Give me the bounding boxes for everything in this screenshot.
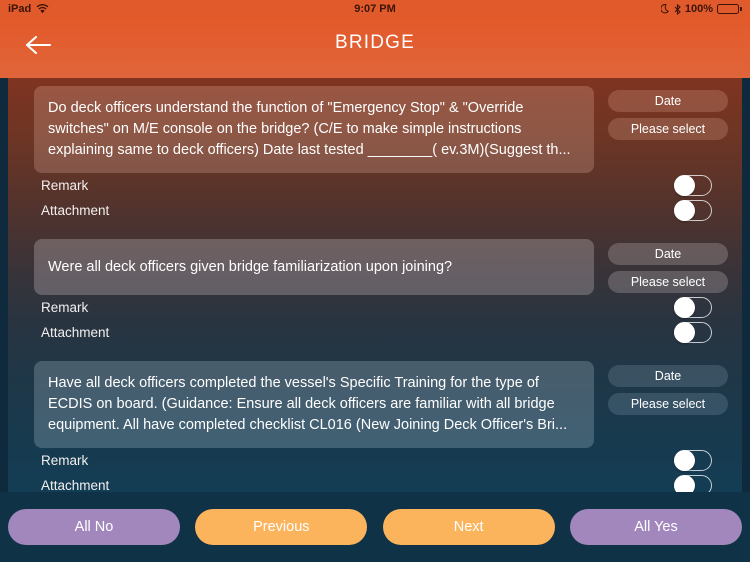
bottom-action-bar: All No Previous Next All Yes xyxy=(0,492,750,562)
date-button[interactable]: Date xyxy=(608,90,728,112)
attachment-toggle[interactable] xyxy=(674,322,712,343)
remark-row: Remark xyxy=(8,173,742,198)
wifi-icon xyxy=(36,4,49,14)
toggle-knob xyxy=(674,175,695,196)
answer-select-button[interactable]: Please select xyxy=(608,271,728,293)
battery-icon xyxy=(717,4,742,14)
question-group: Do deck officers understand the function… xyxy=(8,78,742,223)
battery-percent-label: 100% xyxy=(684,3,713,15)
remark-label: Remark xyxy=(41,300,89,315)
remark-label: Remark xyxy=(41,453,89,468)
remark-toggle[interactable] xyxy=(674,450,712,471)
toggle-knob xyxy=(674,200,695,221)
remark-toggle[interactable] xyxy=(674,175,712,196)
status-bar-time: 9:07 PM xyxy=(354,3,396,15)
all-yes-button[interactable]: All Yes xyxy=(569,509,742,545)
date-button[interactable]: Date xyxy=(608,243,728,265)
device-name: iPad xyxy=(8,3,32,15)
status-bar-right: 100% xyxy=(660,3,742,15)
attachment-toggle[interactable] xyxy=(674,475,712,492)
question-text: Do deck officers understand the function… xyxy=(34,86,594,173)
question-row: Do deck officers understand the function… xyxy=(8,78,742,173)
attachment-row: Attachment xyxy=(8,473,742,492)
question-group: Have all deck officers completed the ves… xyxy=(8,353,742,492)
attachment-row: Attachment xyxy=(8,320,742,345)
toggle-knob xyxy=(674,322,695,343)
attachment-label: Attachment xyxy=(41,478,110,492)
answer-select-button[interactable]: Please select xyxy=(608,118,728,140)
status-bar-left: iPad xyxy=(8,3,49,15)
group-separator xyxy=(8,223,742,231)
page-title: BRIDGE xyxy=(334,32,416,53)
moon-icon xyxy=(660,4,670,14)
previous-button[interactable]: Previous xyxy=(195,509,368,545)
nav-bar: BRIDGE xyxy=(0,18,750,78)
remark-row: Remark xyxy=(8,448,742,473)
question-text: Have all deck officers completed the ves… xyxy=(34,361,594,448)
toggle-knob xyxy=(674,475,695,492)
remark-label: Remark xyxy=(41,178,89,193)
question-group: Were all deck officers given bridge fami… xyxy=(8,231,742,345)
remark-row: Remark xyxy=(8,295,742,320)
question-row: Were all deck officers given bridge fami… xyxy=(8,231,742,295)
questions-scroll-area[interactable]: Do deck officers understand the function… xyxy=(8,78,742,492)
toggle-knob xyxy=(674,450,695,471)
question-controls: Date Please select xyxy=(608,86,728,173)
battery-cap xyxy=(740,7,742,11)
attachment-label: Attachment xyxy=(41,325,110,340)
group-separator xyxy=(8,345,742,353)
status-bar: iPad 9:07 PM 100% xyxy=(0,0,750,18)
all-no-button[interactable]: All No xyxy=(8,509,180,545)
attachment-toggle[interactable] xyxy=(674,200,712,221)
date-button[interactable]: Date xyxy=(608,365,728,387)
toggle-knob xyxy=(674,297,695,318)
question-controls: Date Please select xyxy=(608,239,728,295)
answer-select-button[interactable]: Please select xyxy=(608,393,728,415)
next-button[interactable]: Next xyxy=(382,509,555,545)
attachment-label: Attachment xyxy=(41,203,110,218)
question-text: Were all deck officers given bridge fami… xyxy=(34,239,594,295)
bluetooth-icon xyxy=(674,3,681,15)
battery-body xyxy=(717,4,739,14)
remark-toggle[interactable] xyxy=(674,297,712,318)
attachment-row: Attachment xyxy=(8,198,742,223)
question-row: Have all deck officers completed the ves… xyxy=(8,353,742,448)
question-controls: Date Please select xyxy=(608,361,728,448)
